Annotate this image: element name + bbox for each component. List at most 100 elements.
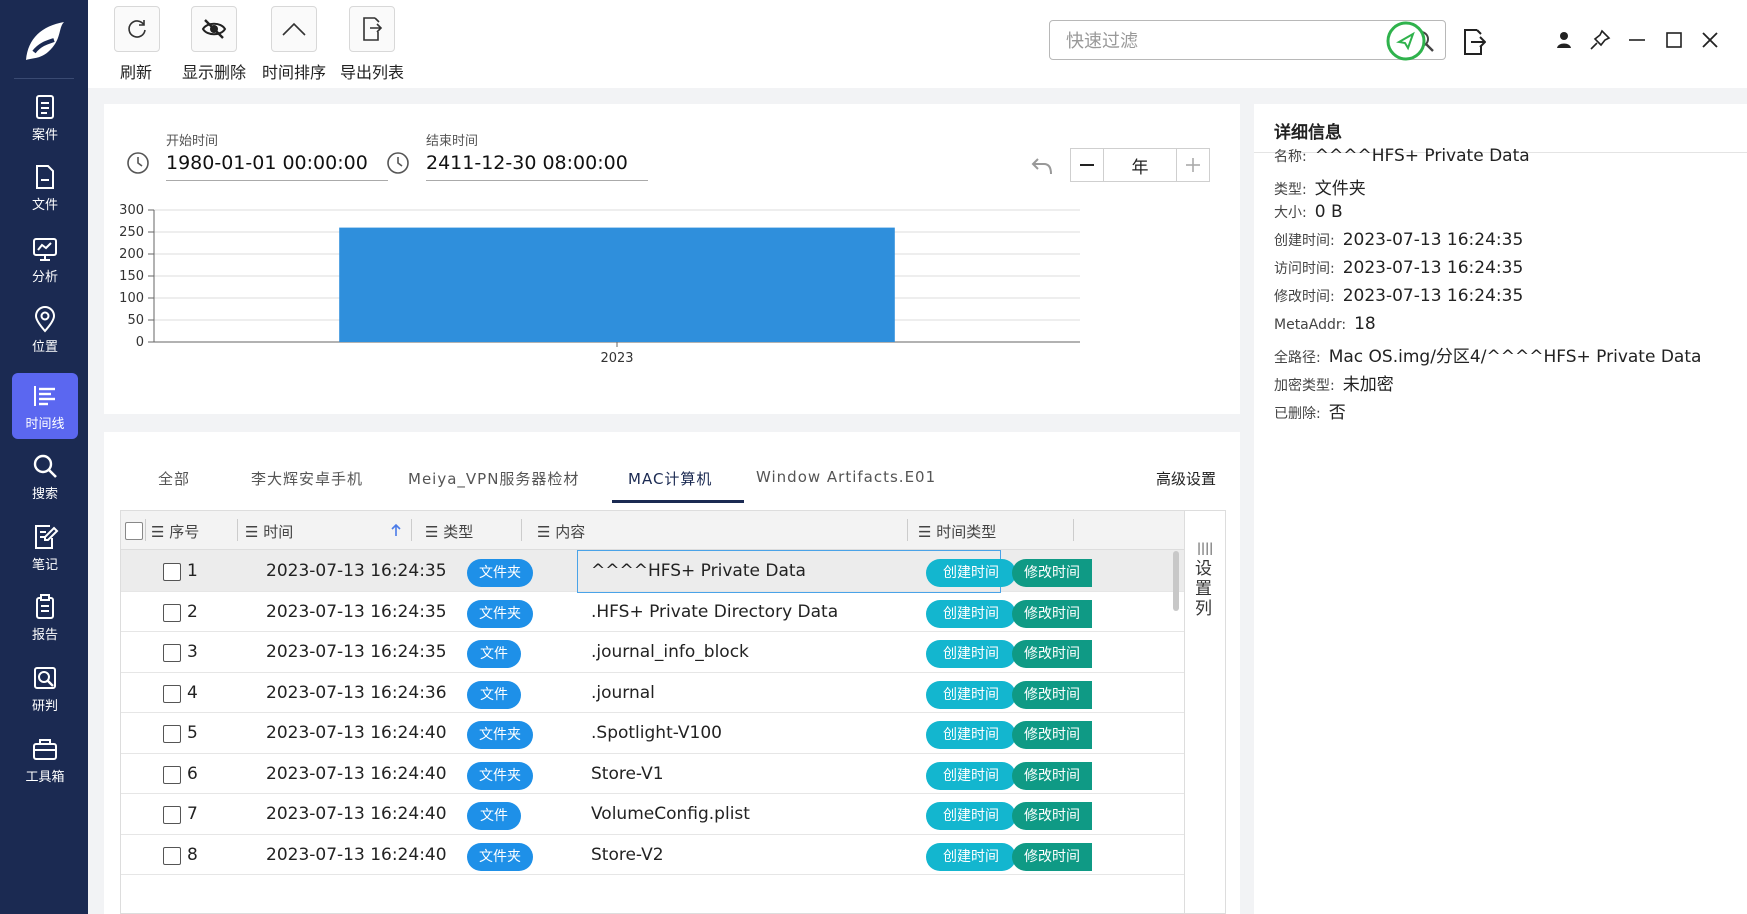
created-time-badge: 创建时间 (926, 559, 1016, 587)
show-deleted-button[interactable]: 显示删除 (182, 6, 246, 83)
time-sort-button[interactable]: 时间排序 (262, 6, 326, 83)
detail-field: MetaAddr: 18 (1274, 314, 1376, 334)
show-deleted-label: 显示删除 (182, 63, 247, 82)
zoom-out-button[interactable] (1070, 148, 1104, 182)
zoom-control: 年 (1070, 148, 1210, 182)
table-row[interactable]: 1 2023-07-13 16:24:35 文件夹 ^^^^HFS+ Private … (121, 550, 1187, 593)
maximize-icon[interactable] (1662, 28, 1686, 52)
end-time-field[interactable]: 2411-12-30 08:00:00 (426, 152, 648, 181)
event-table: ☰ 序号 ☰ 时间 ☰ 类型 ☰ 内容 ☰ 时间类型 1 2023-07-13 1… (120, 510, 1226, 914)
zoom-in-button[interactable] (1176, 148, 1210, 182)
table-row[interactable]: 6 2023-07-13 16:24:40 文件夹 Store-V1 创建时间 修改时间 (121, 753, 1187, 794)
timeline-chart[interactable]: 0 50 100 150 200 250 300 2023 (104, 194, 1240, 414)
sidebar-item-timeline[interactable]: 时间线 (12, 373, 78, 439)
sidebar-item-report[interactable]: 报告 (12, 584, 78, 650)
sidebar-item-search[interactable]: 搜索 (12, 443, 78, 509)
row-checkbox[interactable] (163, 644, 181, 662)
detail-field: 访问时间: 2023-07-13 16:24:35 (1274, 258, 1523, 278)
sidebar-item-label: 搜索 (31, 487, 58, 502)
export-list-button[interactable]: 导出列表 (340, 6, 404, 83)
y-tick-label: 250 (119, 225, 144, 240)
modified-time-badge: 修改时间 (1012, 761, 1092, 790)
minimize-icon[interactable] (1625, 28, 1649, 52)
sidebar-item-note[interactable]: 笔记 (12, 514, 78, 580)
close-icon[interactable] (1698, 28, 1722, 52)
tab-active-indicator (612, 500, 744, 503)
table-row[interactable]: 3 2023-07-13 16:24:35 文件 .journal_info_bloc… (121, 631, 1187, 673)
detail-field: 类型: 文件夹 (1274, 174, 1366, 199)
table-row[interactable]: 7 2023-07-13 16:24:40 文件 VolumeConfig.plist… (121, 793, 1187, 835)
y-tick-label: 200 (119, 247, 144, 262)
detail-panel: 详细信息 名称: ^^^^HFS+ Private Data 类型: 文件夹 大小: 0 … (1254, 104, 1747, 914)
send-status-icon[interactable] (1385, 20, 1427, 62)
sidebar-item-analysis[interactable]: 分析 (12, 226, 78, 292)
created-time-badge: 创建时间 (926, 761, 1016, 790)
table-row[interactable]: 5 2023-07-13 16:24:40 文件夹 .Spotlight-V100 创建… (121, 712, 1187, 754)
column-settings-label: 设置列 (1195, 559, 1212, 619)
header-index[interactable]: ☰ 序号 (151, 521, 199, 542)
eye-slash-icon (201, 19, 227, 39)
row-time: 2023-07-13 16:24:36 (266, 682, 447, 703)
row-content: .journal_info_block (591, 642, 749, 662)
location-icon (34, 306, 56, 333)
created-time-badge: 创建时间 (926, 842, 1016, 871)
table-scrollbar[interactable] (1173, 551, 1179, 611)
select-all-checkbox[interactable] (125, 522, 143, 540)
header-time-type[interactable]: ☰ 时间类型 (918, 521, 996, 542)
user-icon[interactable] (1552, 28, 1576, 52)
created-time-badge: 创建时间 (926, 599, 1016, 628)
analysis-icon (33, 238, 57, 261)
row-checkbox[interactable] (163, 806, 181, 824)
modified-time-badge: 修改时间 (1012, 802, 1092, 830)
row-checkbox[interactable] (163, 765, 181, 784)
export-icon[interactable] (1462, 28, 1486, 56)
detail-field: 名称: ^^^^HFS+ Private Data (1274, 146, 1530, 166)
sidebar-item-label: 工具箱 (25, 770, 65, 785)
row-time: 2023-07-13 16:24:35 (266, 642, 447, 662)
sidebar-item-toolbox[interactable]: 工具箱 (12, 726, 78, 792)
sidebar-divider (14, 78, 74, 79)
detail-field-value: 未加密 (1342, 375, 1394, 395)
modified-time-badge: 修改时间 (1012, 842, 1092, 871)
detail-field: 全路径: Mac OS.img/分区4/^^^^HFS+ Private Data (1274, 342, 1701, 367)
row-index: 6 (187, 763, 198, 784)
detail-field-value: 2023-07-13 16:24:35 (1342, 230, 1524, 250)
tab-2[interactable]: Meiya_VPN服务器检材 (408, 468, 579, 489)
row-time: 2023-07-13 16:24:35 (266, 601, 447, 622)
start-time-field[interactable]: 1980-01-01 00:00:00 (166, 152, 388, 181)
tab-1[interactable]: 李大辉安卓手机 (251, 468, 363, 489)
sidebar-item-case[interactable]: 案件 (12, 84, 78, 150)
table-row[interactable]: 4 2023-07-13 16:24:36 文件 .journal 创建时间 修改时间 (121, 672, 1187, 713)
undo-icon[interactable] (1030, 154, 1054, 178)
row-checkbox[interactable] (163, 725, 181, 743)
row-checkbox[interactable] (163, 846, 181, 865)
row-checkbox[interactable] (163, 684, 181, 703)
header-time[interactable]: ☰ 时间 (245, 521, 293, 542)
toolbox-icon (33, 739, 57, 760)
sidebar-item-file[interactable]: 文件 (12, 154, 78, 220)
row-checkbox[interactable] (163, 563, 181, 581)
quick-filter-input[interactable] (1064, 27, 1398, 55)
header-type[interactable]: ☰ 类型 (425, 521, 473, 542)
row-checkbox[interactable] (163, 603, 181, 622)
row-content: ^^^^HFS+ Private Data (591, 561, 806, 581)
refresh-button[interactable]: 刷新 (114, 6, 160, 83)
chevron-up-icon (282, 22, 306, 36)
timeline-icon (34, 386, 55, 406)
table-row[interactable]: 2 2023-07-13 16:24:35 文件夹 .HFS+ Private Dir… (121, 591, 1187, 632)
sidebar-item-research[interactable]: 研判 (12, 655, 78, 721)
pin-icon[interactable] (1588, 28, 1612, 52)
advanced-settings-button[interactable]: 高级设置 (1156, 468, 1216, 489)
table-row[interactable]: 8 2023-07-13 16:24:40 文件夹 Store-V2 创建时间 修改时间 (121, 834, 1187, 875)
tab-4[interactable]: Window Artifacts.E01 (756, 468, 936, 486)
detail-field-key: MetaAddr: (1274, 317, 1347, 333)
tab-0[interactable]: 全部 (158, 468, 190, 489)
source-tabs: 全部 李大辉安卓手机 Meiya_VPN服务器检材 MAC计算机 Window Arti… (104, 442, 1240, 503)
sidebar-item-location[interactable]: 位置 (12, 296, 78, 362)
column-settings-button[interactable]: |||| 设置列 (1184, 511, 1225, 913)
tab-3[interactable]: MAC计算机 (628, 468, 712, 489)
export-file-icon (363, 17, 383, 41)
bar (339, 227, 895, 342)
sort-asc-icon[interactable] (390, 523, 402, 537)
header-content[interactable]: ☰ 内容 (537, 521, 585, 542)
